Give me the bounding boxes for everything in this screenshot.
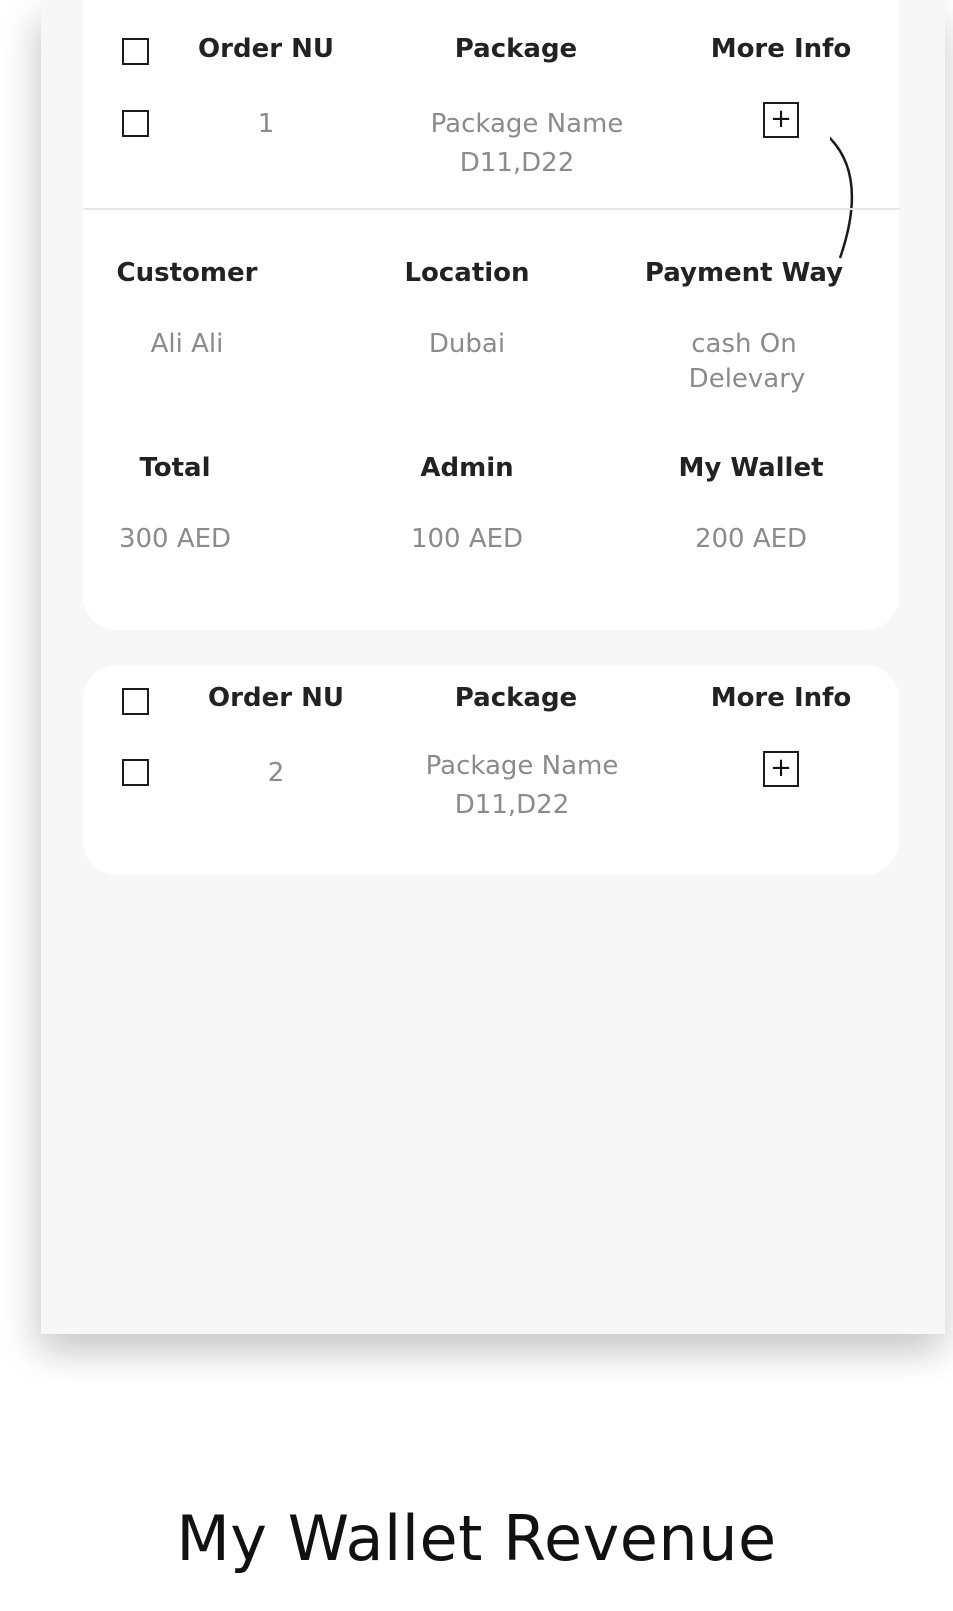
order-2-expand-button[interactable]: + bbox=[763, 751, 799, 787]
card-divider bbox=[84, 208, 900, 210]
package-header-2: Package bbox=[454, 683, 578, 713]
order-1-number: 1 bbox=[257, 109, 275, 139]
connector-curve-icon bbox=[830, 136, 854, 259]
package-header: Package bbox=[454, 34, 578, 64]
payment-way-value-line1: cash On bbox=[691, 329, 797, 359]
order-2-package-codes: D11,D22 bbox=[454, 790, 570, 820]
page-caption: My Wallet Revenue bbox=[176, 1502, 777, 1575]
phone-screen bbox=[41, 0, 945, 1334]
select-all-checkbox-2[interactable] bbox=[122, 688, 149, 715]
order-nu-header: Order NU bbox=[198, 34, 334, 64]
plus-box-icon: + bbox=[770, 753, 792, 783]
order-2-checkbox[interactable] bbox=[122, 759, 149, 786]
plus-box-icon: + bbox=[770, 104, 792, 134]
order-2-number: 2 bbox=[267, 758, 285, 788]
total-value: 300 AED bbox=[118, 524, 232, 554]
my-wallet-label: My Wallet bbox=[678, 453, 824, 483]
location-label: Location bbox=[404, 258, 530, 288]
admin-label: Admin bbox=[420, 453, 514, 483]
total-label: Total bbox=[139, 453, 211, 483]
select-all-checkbox[interactable] bbox=[122, 38, 149, 65]
order-1-expand-button[interactable]: + bbox=[763, 102, 799, 138]
order-2-package-name: Package Name bbox=[425, 751, 619, 781]
order-1-checkbox[interactable] bbox=[122, 110, 149, 137]
my-wallet-value: 200 AED bbox=[694, 524, 808, 554]
payment-way-label: Payment Way bbox=[644, 258, 844, 288]
payment-way-value-line2: Delevary bbox=[688, 364, 806, 394]
admin-value: 100 AED bbox=[410, 524, 524, 554]
order-nu-header-2: Order NU bbox=[208, 683, 344, 713]
more-info-header-2: More Info bbox=[710, 683, 852, 713]
location-value: Dubai bbox=[428, 329, 506, 359]
customer-value: Ali Ali bbox=[150, 329, 224, 359]
order-1-package-codes: D11,D22 bbox=[459, 148, 575, 178]
customer-label: Customer bbox=[116, 258, 258, 288]
order-1-package-name: Package Name bbox=[430, 109, 624, 139]
more-info-header: More Info bbox=[710, 34, 852, 64]
